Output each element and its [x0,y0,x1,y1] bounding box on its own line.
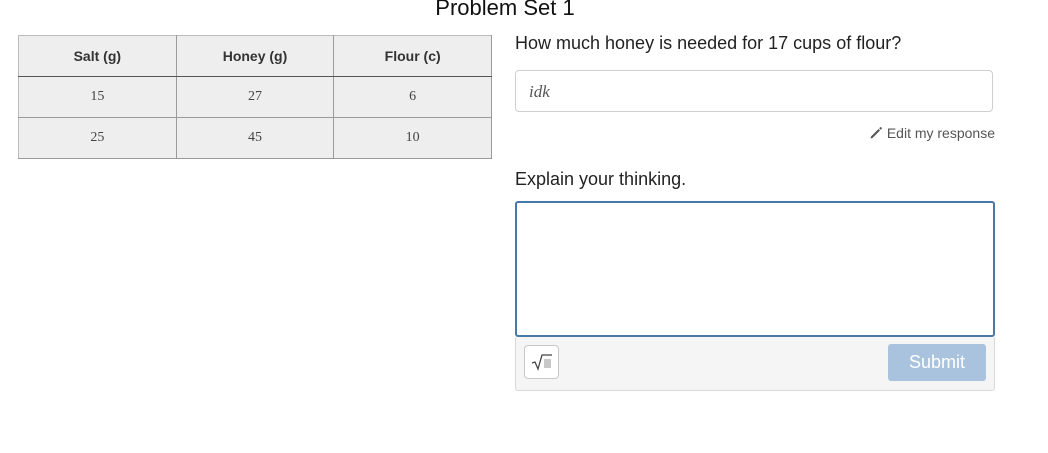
question-prompt: How much honey is needed for 17 cups of … [515,33,902,53]
pencil-icon [870,127,882,139]
table-cell: 45 [175,117,335,159]
table-row: 15 27 6 [18,76,492,118]
table-cell: 6 [333,76,492,118]
edit-response-label: Edit my response [886,125,995,141]
explain-prompt: Explain your thinking. [515,169,687,189]
table-cell: 10 [333,117,492,159]
page: Problem Set 1 Salt (g) Honey (g) Flour (… [0,0,1048,453]
column-header-honey: Honey (g) [175,35,335,77]
submit-button[interactable]: Submit [888,344,986,381]
table-cell: 27 [175,76,335,118]
column-header-salt: Salt (g) [18,35,177,77]
submitted-answer-text: idk [529,82,550,101]
table-cell: 25 [18,117,177,159]
table-header-row: Salt (g) Honey (g) Flour (c) [18,35,492,77]
column-header-flour: Flour (c) [333,35,492,77]
explanation-textarea[interactable] [515,201,995,337]
page-title: Problem Set 1 [435,0,575,20]
table-row: 25 45 10 [18,117,492,159]
edit-response-link[interactable]: Edit my response [869,125,995,141]
table-cell: 15 [18,76,177,118]
response-toolbar: Submit [515,337,995,391]
data-table: Salt (g) Honey (g) Flour (c) 15 27 6 25 … [18,35,492,159]
square-root-icon [531,354,552,371]
submitted-answer-box: idk [515,70,993,112]
math-input-button[interactable] [524,345,559,379]
